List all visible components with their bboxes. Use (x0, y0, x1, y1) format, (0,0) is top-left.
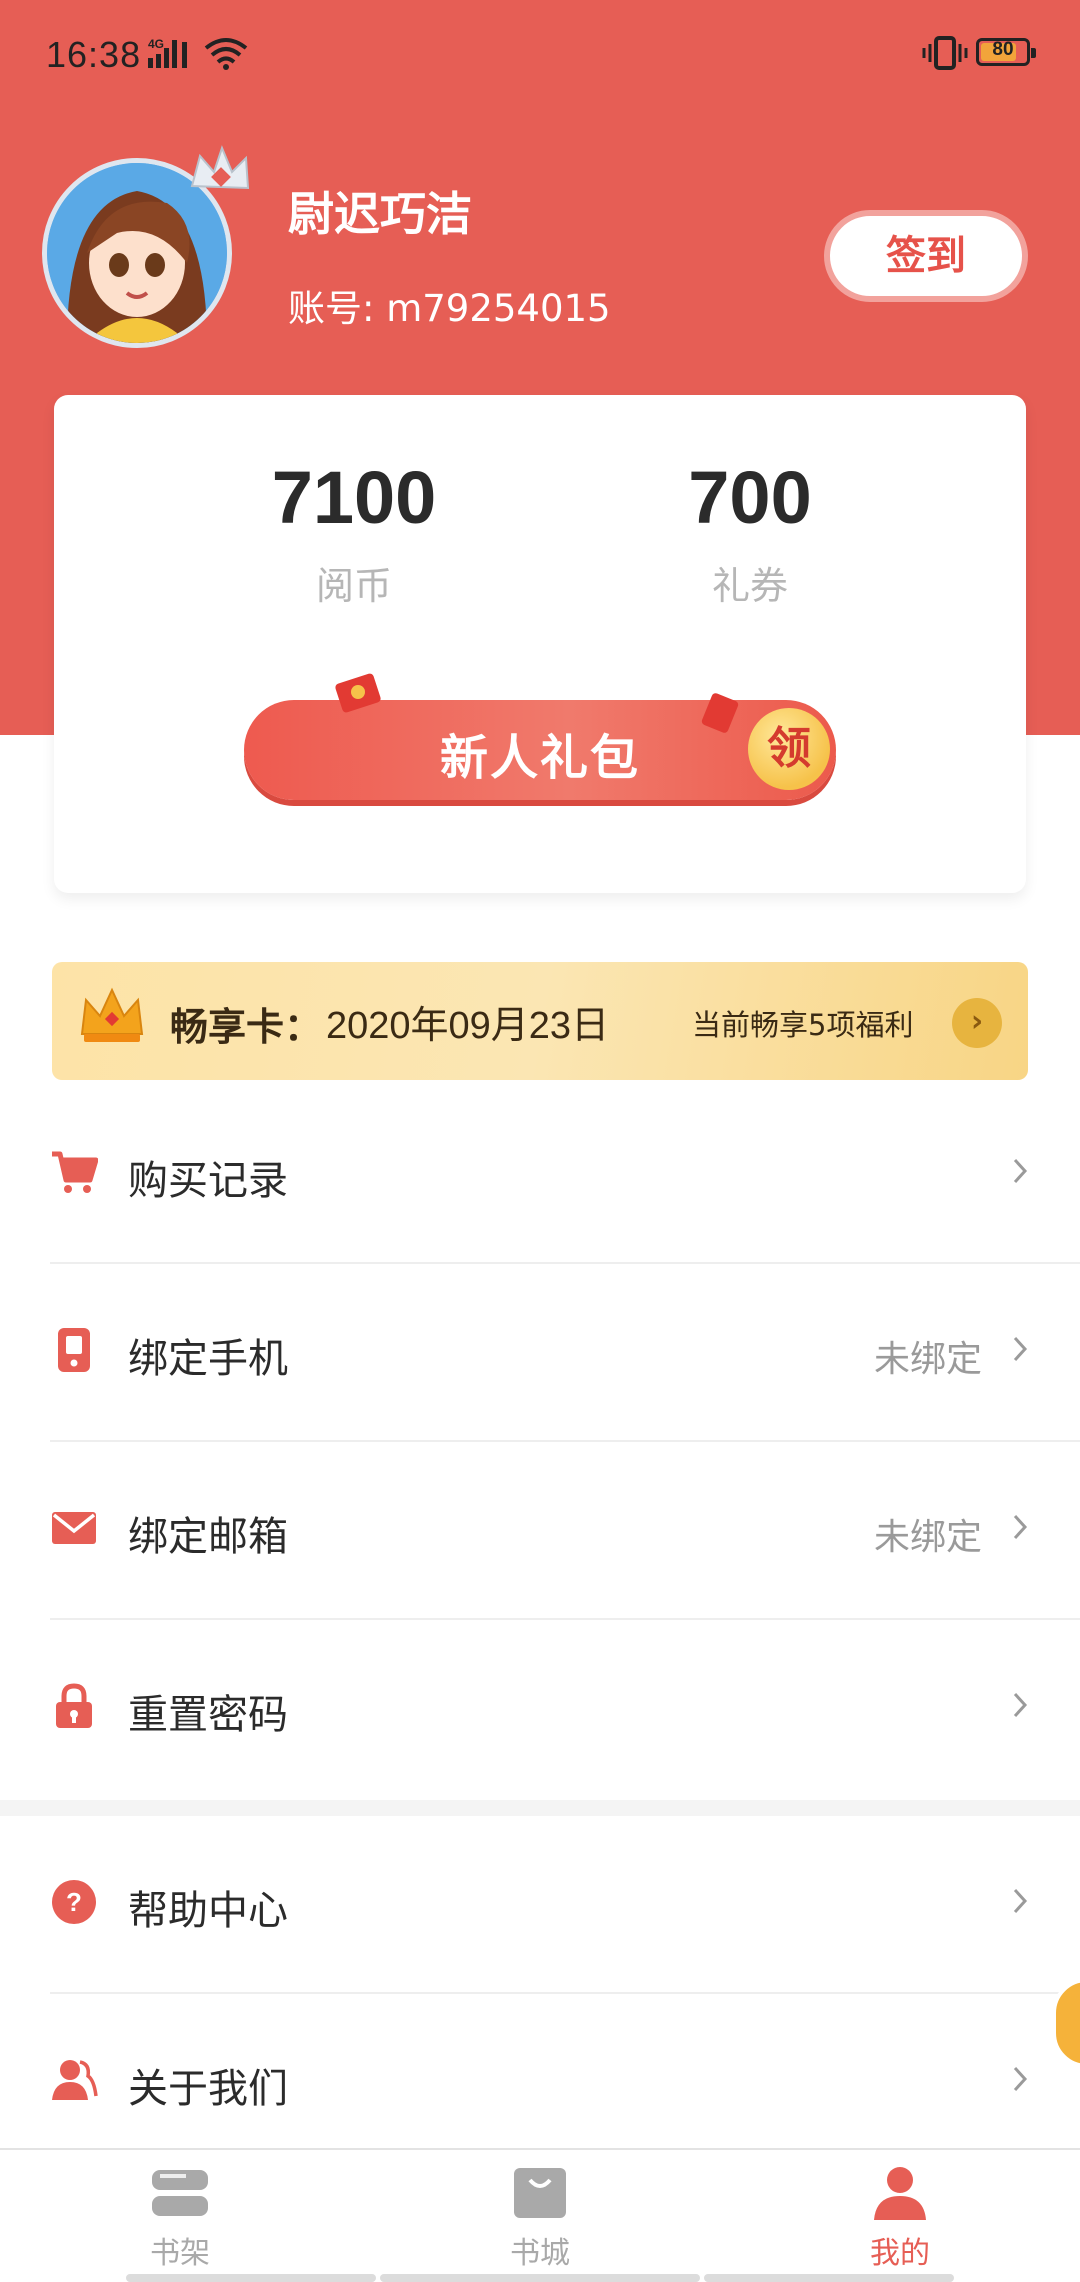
profile-icon (780, 2164, 1020, 2226)
coins-value: 7100 (271, 456, 437, 539)
menu-item-bind-email[interactable]: 绑定邮箱 未绑定 (0, 1442, 1080, 1620)
chevron-right-icon (1012, 1886, 1028, 1920)
battery-percent: 80 (992, 39, 1014, 60)
menu-item-purchase-history[interactable]: 购买记录 (0, 1086, 1080, 1264)
menu-status: 未绑定 (873, 1339, 982, 1380)
chevron-right-icon (1012, 1156, 1028, 1190)
checkin-button[interactable]: 签到 (824, 210, 1028, 302)
phone-icon (50, 1326, 98, 1374)
vip-title: 畅享卡： (170, 1005, 323, 1049)
menu-label: 关于我们 (128, 2066, 288, 2112)
chevron-right-icon (1012, 1690, 1028, 1724)
chevron-right-icon (1012, 1334, 1028, 1368)
network-type-label: 4G (148, 37, 164, 51)
people-icon (50, 2056, 98, 2104)
section-separator (0, 1800, 1080, 1816)
menu-item-bind-phone[interactable]: 绑定手机 未绑定 (0, 1264, 1080, 1442)
wifi-icon (202, 36, 250, 79)
vip-crown-badge-icon (186, 142, 254, 208)
chevron-right-icon[interactable]: › (952, 998, 1002, 1048)
nav-indicator (704, 2274, 954, 2282)
red-envelope-icon (334, 672, 388, 722)
vibrate-icon (922, 36, 968, 79)
bookshelf-icon (60, 2164, 300, 2226)
new-user-gift-button[interactable]: 新人礼包 领 (244, 673, 836, 800)
lock-icon (50, 1682, 98, 1730)
menu-status: 未绑定 (873, 1517, 982, 1558)
nav-label: 我的 (870, 2236, 930, 2271)
nav-indicator (126, 2274, 376, 2282)
bottom-navigation: 书架 书城 我的 (0, 2148, 1080, 2282)
menu-item-about-us[interactable]: 关于我们 (0, 1994, 1080, 2172)
crown-icon (78, 984, 146, 1052)
nav-label: 书架 (150, 2236, 210, 2271)
help-icon: ? (50, 1878, 98, 1926)
nav-tab-bookstore[interactable]: 书城 (420, 2164, 660, 2272)
nav-tab-bookshelf[interactable]: 书架 (60, 2164, 300, 2272)
chevron-right-icon (1012, 2064, 1028, 2098)
account-id: 账号: m79254015 (288, 287, 611, 330)
vip-benefit-text: 当前畅享5项福利 (692, 1008, 914, 1042)
vip-expiry-date: 2020年09月23日 (326, 1005, 610, 1047)
chevron-right-icon (1012, 1512, 1028, 1546)
menu-label: 绑定手机 (128, 1336, 288, 1382)
coupons-label: 礼券 (711, 564, 788, 608)
menu-item-reset-password[interactable]: 重置密码 (0, 1620, 1080, 1798)
battery-icon: 80 (976, 38, 1036, 66)
nav-tab-profile[interactable]: 我的 (780, 2164, 1020, 2272)
menu-label: 重置密码 (128, 1692, 288, 1738)
user-name: 尉迟巧洁 (288, 187, 472, 241)
bookstore-icon (420, 2164, 660, 2226)
gift-label: 新人礼包 (439, 730, 640, 786)
vip-card-banner[interactable]: 畅享卡： 2020年09月23日 当前畅享5项福利 › (52, 962, 1028, 1080)
claim-badge: 领 (748, 708, 830, 790)
nav-indicator (380, 2274, 700, 2282)
coupons-stat[interactable]: 700 礼券 (600, 455, 900, 610)
status-time: 16:38 (46, 34, 142, 75)
nav-label: 书城 (510, 2236, 570, 2271)
coins-label: 阅币 (315, 564, 392, 608)
mail-icon (50, 1504, 98, 1552)
menu-label: 绑定邮箱 (128, 1514, 288, 1560)
coupons-value: 700 (688, 456, 812, 539)
signal-icon: 4G (148, 36, 194, 79)
status-bar: 16:38 4G 80 (0, 0, 1080, 110)
menu-item-help-center[interactable]: ? 帮助中心 (0, 1816, 1080, 1994)
menu-label: 帮助中心 (128, 1888, 288, 1934)
menu-label: 购买记录 (128, 1158, 288, 1204)
svg-text:?: ? (66, 1887, 82, 1917)
coins-stat[interactable]: 7100 阅币 (204, 455, 504, 610)
wallet-card: 7100 阅币 700 礼券 新人礼包 领 (54, 395, 1026, 893)
cart-icon (50, 1148, 99, 1196)
